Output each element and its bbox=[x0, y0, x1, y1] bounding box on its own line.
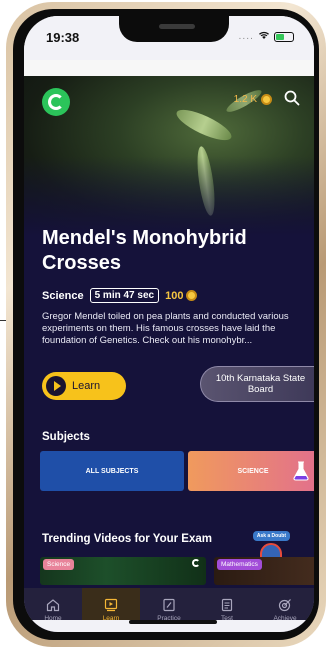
coins-value: 1.2 K bbox=[233, 94, 257, 105]
learn-button[interactable]: Learn bbox=[42, 372, 126, 400]
lesson-title: Mendel's Monohybrid Crosses bbox=[42, 227, 247, 274]
app-content: 1.2 K Mendel's Monohybrid Crosses Scienc… bbox=[24, 76, 314, 632]
screen: 19:38 .... 1.2 K Mendel's Monohybrid Cro… bbox=[24, 16, 314, 632]
board-selector[interactable]: 10th Karnataka State Board bbox=[200, 366, 314, 402]
target-icon bbox=[278, 599, 291, 612]
test-sheet-icon bbox=[221, 598, 233, 612]
play-screen-icon bbox=[104, 598, 118, 612]
speaker bbox=[159, 24, 195, 29]
video-card-science[interactable]: Science bbox=[40, 557, 206, 585]
science-label: SCIENCE bbox=[237, 467, 269, 475]
play-icon bbox=[46, 376, 66, 396]
pea-pod-image bbox=[194, 145, 218, 217]
lesson-subject: Science bbox=[42, 289, 84, 302]
video-tag: Mathematics bbox=[217, 559, 262, 570]
subjects-heading: Subjects bbox=[42, 431, 90, 443]
flask-icon bbox=[292, 461, 310, 481]
ask-doubt-button[interactable]: Ask a Doubt bbox=[252, 522, 290, 561]
board-label: 10th Karnataka State Board bbox=[215, 373, 306, 395]
home-indicator[interactable] bbox=[129, 620, 217, 624]
video-tag: Science bbox=[43, 559, 75, 570]
coin-icon bbox=[186, 290, 198, 301]
points-value: 100 bbox=[165, 289, 184, 302]
app-logo-icon bbox=[192, 559, 200, 567]
lesson-points: 100 bbox=[165, 289, 198, 302]
all-subjects-card[interactable]: ALL SUBJECTS bbox=[40, 451, 184, 491]
pencil-note-icon bbox=[163, 598, 175, 612]
learn-button-label: Learn bbox=[72, 380, 101, 392]
coin-icon bbox=[261, 94, 272, 105]
lesson-meta: Science 5 min 47 sec 100 bbox=[42, 288, 198, 303]
status-time: 19:38 bbox=[46, 30, 80, 45]
video-card-mathematics[interactable]: Mathematics bbox=[214, 557, 314, 585]
side-marker bbox=[0, 320, 6, 321]
coins-counter[interactable]: 1.2 K bbox=[234, 94, 272, 105]
wifi-icon bbox=[258, 30, 270, 43]
status-icons: .... bbox=[239, 30, 294, 43]
blank-band bbox=[24, 60, 314, 76]
search-icon[interactable] bbox=[284, 90, 300, 110]
all-subjects-label: ALL SUBJECTS bbox=[85, 467, 139, 475]
trending-heading: Trending Videos for Your Exam bbox=[42, 533, 212, 545]
home-icon bbox=[46, 599, 60, 612]
ask-doubt-label: Ask a Doubt bbox=[252, 531, 290, 541]
app-logo[interactable] bbox=[42, 88, 70, 116]
lesson-duration: 5 min 47 sec bbox=[89, 288, 160, 303]
science-card[interactable]: SCIENCE bbox=[188, 451, 314, 491]
lesson-description: Gregor Mendel toiled on pea plants and c… bbox=[42, 311, 289, 346]
battery-icon bbox=[274, 31, 294, 42]
notch bbox=[119, 16, 229, 42]
signal-dots: .... bbox=[238, 31, 254, 42]
